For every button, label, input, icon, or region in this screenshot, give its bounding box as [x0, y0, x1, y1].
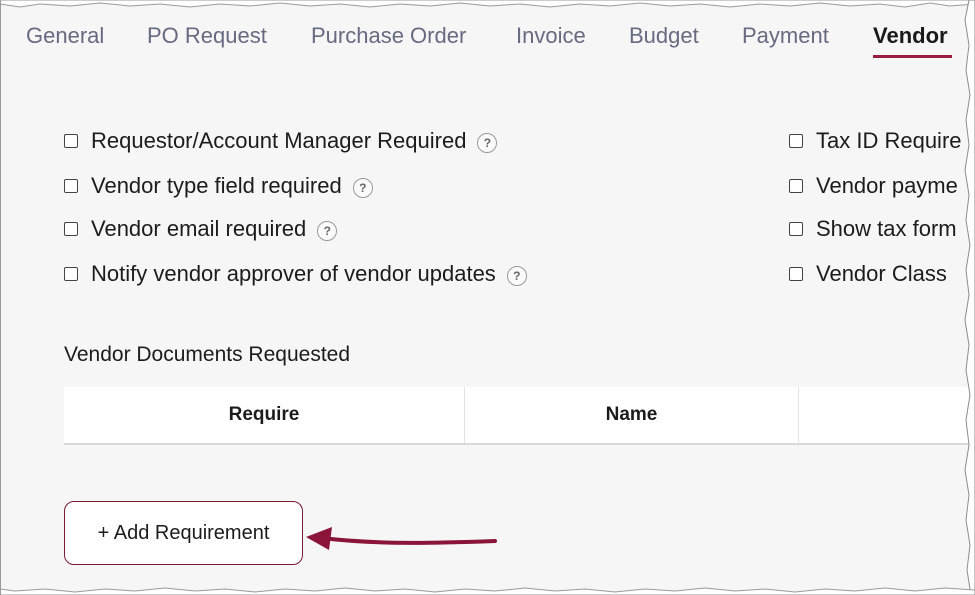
help-icon[interactable]: ?: [506, 266, 527, 286]
option-vendor-email-required: Vendor email required ?: [64, 215, 338, 243]
option-show-tax-form: Show tax form: [789, 215, 957, 243]
option-notify-vendor-approver: Notify vendor approver of vendor updates…: [64, 260, 527, 288]
checkbox[interactable]: [789, 267, 803, 281]
help-icon[interactable]: ?: [317, 221, 338, 241]
tab-po-request[interactable]: PO Request: [147, 18, 267, 54]
help-icon[interactable]: ?: [352, 178, 373, 198]
option-label: Vendor Class: [816, 261, 947, 286]
vendor-documents-heading: Vendor Documents Requested: [64, 343, 351, 366]
settings-panel: General PO Request Purchase Order Invoic…: [0, 0, 975, 595]
option-tax-id-required: Tax ID Require: [789, 127, 962, 155]
tab-vendor[interactable]: Vendor: [873, 18, 952, 58]
option-requestor-account-manager-required: Requestor/Account Manager Required ?: [64, 127, 498, 155]
column-header-require: Require: [228, 404, 300, 425]
checkbox[interactable]: [789, 222, 803, 236]
option-label: Vendor payme: [816, 173, 958, 198]
checkbox[interactable]: [64, 134, 78, 148]
vendor-documents-table: Require Name: [64, 387, 975, 445]
tab-invoice[interactable]: Invoice: [516, 18, 586, 54]
option-label: Requestor/Account Manager Required: [91, 128, 467, 153]
tab-budget[interactable]: Budget: [629, 18, 699, 54]
help-icon[interactable]: ?: [477, 133, 498, 153]
checkbox[interactable]: [64, 179, 78, 193]
column-header-name: Name: [605, 404, 658, 425]
checkbox[interactable]: [789, 134, 803, 148]
tab-purchase-order[interactable]: Purchase Order: [311, 18, 466, 54]
tab-general[interactable]: General: [26, 18, 104, 54]
active-tab-indicator: [873, 55, 952, 58]
checkbox[interactable]: [64, 267, 78, 281]
option-vendor-class: Vendor Class: [789, 260, 947, 288]
tab-payment[interactable]: Payment: [742, 18, 829, 54]
option-label: Show tax form: [816, 216, 957, 241]
add-requirement-button[interactable]: + Add Requirement: [64, 501, 303, 565]
column-header-extra: [799, 387, 975, 443]
option-label: Vendor email required: [91, 216, 307, 241]
tab-vendor-label: Vendor: [873, 23, 948, 48]
option-label: Tax ID Require: [816, 128, 962, 153]
option-label: Notify vendor approver of vendor updates: [91, 261, 496, 286]
option-vendor-payment: Vendor payme: [789, 172, 958, 200]
checkbox[interactable]: [64, 222, 78, 236]
option-vendor-type-field-required: Vendor type field required ?: [64, 172, 373, 200]
annotation-arrow: [306, 527, 497, 550]
option-label: Vendor type field required: [91, 173, 342, 198]
checkbox[interactable]: [789, 179, 803, 193]
